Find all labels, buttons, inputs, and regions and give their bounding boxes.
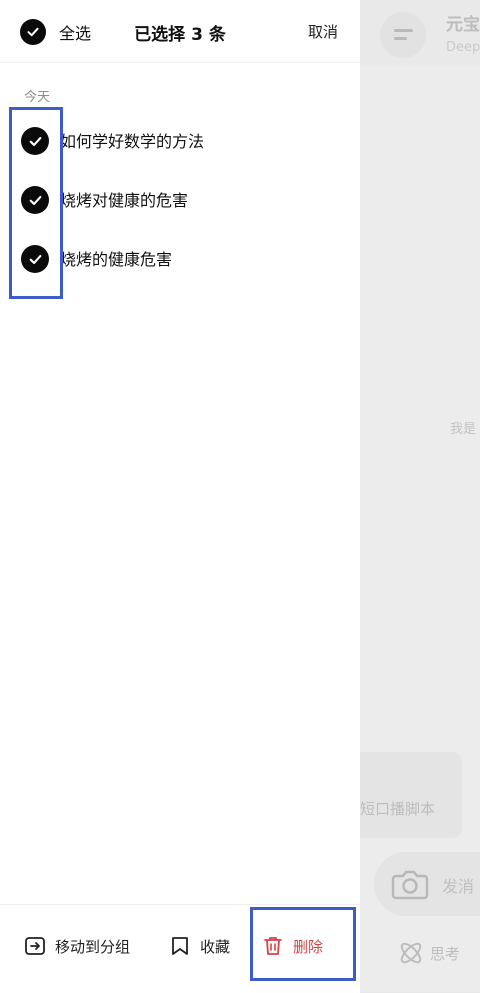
conversation-item[interactable]: 烧烤的健康危害 xyxy=(0,230,360,289)
background-input-placeholder: 发消 xyxy=(442,877,475,896)
trash-icon xyxy=(264,937,282,955)
action-bar: 移动到分组 收藏 删除 xyxy=(0,904,360,993)
delete-button[interactable]: 删除 xyxy=(262,935,323,957)
move-to-group-label: 移动到分组 xyxy=(55,937,131,956)
move-folder-icon xyxy=(25,937,45,955)
background-think-label: 思考 xyxy=(430,945,461,963)
camera-icon xyxy=(391,870,429,900)
checked-circle-icon[interactable] xyxy=(21,245,49,273)
cancel-button[interactable]: 取消 xyxy=(308,21,338,42)
atom-icon xyxy=(400,942,422,964)
background-hint-text: 我是 xyxy=(450,422,477,437)
selection-topbar: 全选 已选择 3 条 取消 xyxy=(0,0,360,63)
background-app: 元宝 DeepS 我是 短口播脚本 发消 思考 xyxy=(360,0,480,992)
bookmark-icon xyxy=(172,937,188,955)
favorite-label: 收藏 xyxy=(200,937,231,956)
background-suggestion-card xyxy=(360,752,462,838)
conversation-title: 如何学好数学的方法 xyxy=(60,132,205,151)
background-app-subtitle: DeepS xyxy=(446,40,480,55)
select-all-label: 全选 xyxy=(59,24,92,43)
conversation-title: 烧烤的健康危害 xyxy=(60,250,173,269)
favorite-button[interactable]: 收藏 xyxy=(169,935,230,957)
checked-circle-icon[interactable] xyxy=(21,186,49,214)
background-suggestion-text: 短口播脚本 xyxy=(360,800,436,818)
history-drawer: 全选 已选择 3 条 取消 今天 如何学好数学的方法 烧烤对健康的危害 烧烤的健… xyxy=(0,0,360,993)
date-section-label: 今天 xyxy=(24,90,51,105)
background-menu-icon xyxy=(380,12,426,58)
conversation-item[interactable]: 如何学好数学的方法 xyxy=(0,112,360,171)
checked-circle-icon xyxy=(20,19,46,45)
select-all-button[interactable]: 全选 xyxy=(20,16,91,48)
background-app-title: 元宝 xyxy=(446,15,480,35)
move-to-group-button[interactable]: 移动到分组 xyxy=(24,935,130,957)
conversation-item[interactable]: 烧烤对健康的危害 xyxy=(0,171,360,230)
delete-label: 删除 xyxy=(293,937,324,956)
checked-circle-icon[interactable] xyxy=(21,127,49,155)
conversation-title: 烧烤对健康的危害 xyxy=(60,191,189,210)
conversation-list: 如何学好数学的方法 烧烤对健康的危害 烧烤的健康危害 xyxy=(0,112,360,289)
